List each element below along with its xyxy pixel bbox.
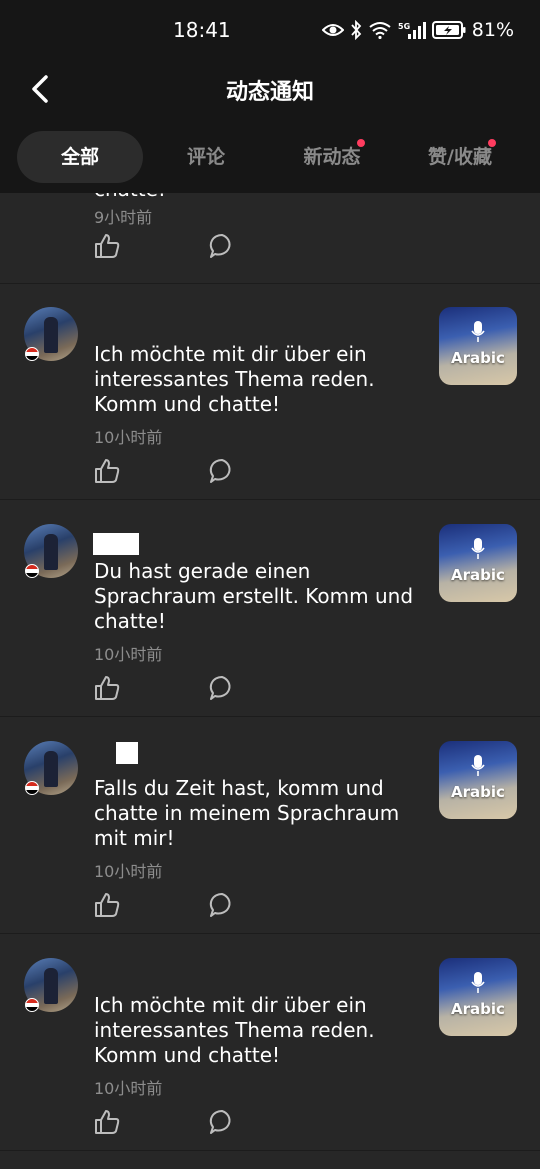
comment-icon[interactable]: [208, 674, 236, 702]
list-item[interactable]: Ich möchte mit dir über ein interessante…: [0, 934, 540, 1151]
signal-5g-icon: 5G: [398, 22, 426, 39]
list-item[interactable]: Du hast gerade einen Sprachraum erstellt…: [0, 500, 540, 717]
battery-percent: 81%: [471, 19, 514, 41]
list-item[interactable]: chatte! 9小时前: [0, 177, 540, 284]
microphone-icon: [471, 755, 485, 776]
notification-text: Du hast gerade einen Sprachraum erstellt…: [94, 559, 414, 633]
notification-text: Ich möchte mit dir über ein interessante…: [94, 342, 375, 416]
comment-icon[interactable]: [208, 457, 236, 485]
like-icon[interactable]: [93, 1108, 121, 1136]
wifi-icon: [369, 22, 391, 39]
room-language-label: Arabic: [451, 1000, 505, 1018]
list-item[interactable]: Ich möchte mit dir über ein interessante…: [0, 283, 540, 500]
room-language-label: Arabic: [451, 566, 505, 584]
tab-likes-favorites-badge: [488, 139, 496, 147]
like-icon[interactable]: [93, 891, 121, 919]
microphone-icon: [471, 321, 485, 342]
notification-text: Falls du Zeit hast, komm und chatte in m…: [94, 776, 400, 850]
header: 动态通知: [0, 60, 540, 120]
status-icons: 5G 81%: [321, 16, 514, 44]
flag-egypt-icon: [25, 781, 39, 795]
status-bar: 18:41 5G 81%: [0, 0, 540, 60]
comment-icon[interactable]: [208, 1108, 236, 1136]
page-title: 动态通知: [225, 80, 314, 105]
voice-room-thumbnail[interactable]: Arabic: [439, 741, 517, 819]
notification-time: 10小时前: [94, 645, 163, 664]
status-time: 18:41: [173, 18, 231, 42]
notification-time: 9小时前: [94, 208, 153, 227]
microphone-icon: [471, 972, 485, 993]
tab-likes-favorites[interactable]: 赞/收藏: [395, 131, 525, 183]
room-language-label: Arabic: [451, 783, 505, 801]
notification-time: 10小时前: [94, 428, 163, 447]
notification-time: 10小时前: [94, 1079, 163, 1098]
eye-icon: [321, 24, 344, 36]
like-icon[interactable]: [93, 232, 121, 260]
top-bar: 18:41 5G 81% 动态通知 全部 评论 新动态 赞/收藏: [0, 0, 540, 193]
flag-egypt-icon: [25, 998, 39, 1012]
notification-text: Ich möchte mit dir über ein interessante…: [94, 993, 375, 1067]
tab-new-posts-badge: [357, 139, 365, 147]
voice-room-thumbnail[interactable]: Arabic: [439, 524, 517, 602]
tab-bar: 全部 评论 新动态 赞/收藏: [17, 131, 527, 183]
comment-icon[interactable]: [208, 232, 236, 260]
flag-egypt-icon: [25, 564, 39, 578]
tab-comments[interactable]: 评论: [143, 131, 269, 183]
like-icon[interactable]: [93, 674, 121, 702]
microphone-icon: [471, 538, 485, 559]
battery-icon: [431, 21, 466, 39]
tab-new-posts[interactable]: 新动态: [269, 131, 395, 183]
voice-room-thumbnail[interactable]: Arabic: [439, 307, 517, 385]
list-item[interactable]: Falls du Zeit hast, komm und chatte in m…: [0, 717, 540, 934]
redacted-username: [116, 742, 138, 764]
svg-text:5G: 5G: [398, 22, 410, 31]
comment-icon[interactable]: [208, 891, 236, 919]
redacted-username: [93, 533, 139, 555]
voice-room-thumbnail[interactable]: Arabic: [439, 958, 517, 1036]
flag-egypt-icon: [25, 347, 39, 361]
notification-time: 10小时前: [94, 862, 163, 881]
bluetooth-icon: [351, 20, 362, 40]
tab-all[interactable]: 全部: [17, 131, 143, 183]
like-icon[interactable]: [93, 457, 121, 485]
room-language-label: Arabic: [451, 349, 505, 367]
